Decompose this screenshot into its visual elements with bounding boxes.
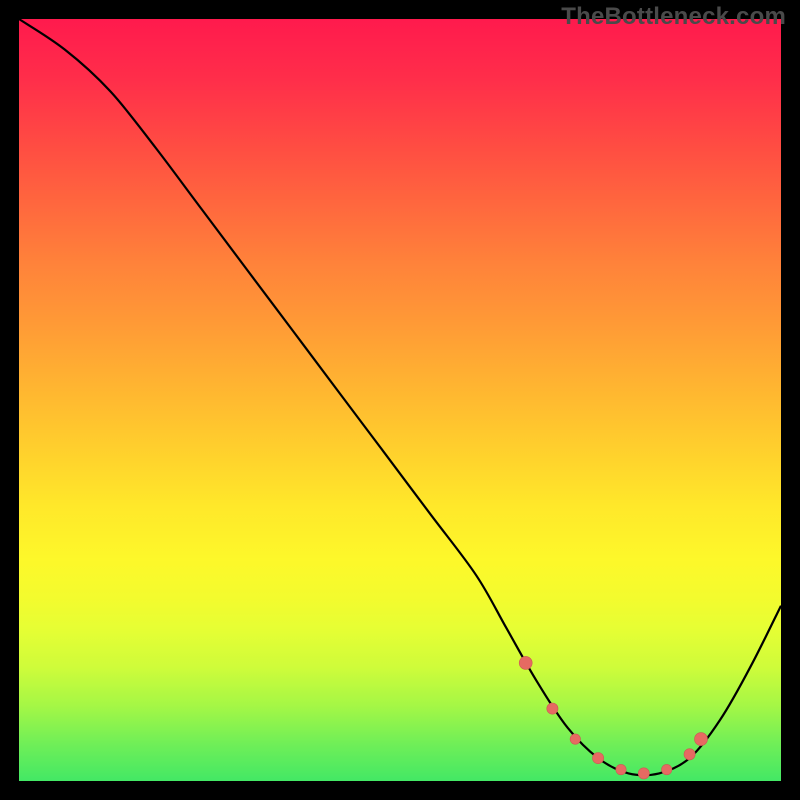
- heat-gradient-plot-area: [19, 19, 781, 781]
- chart-frame: TheBottleneck.com: [0, 0, 800, 800]
